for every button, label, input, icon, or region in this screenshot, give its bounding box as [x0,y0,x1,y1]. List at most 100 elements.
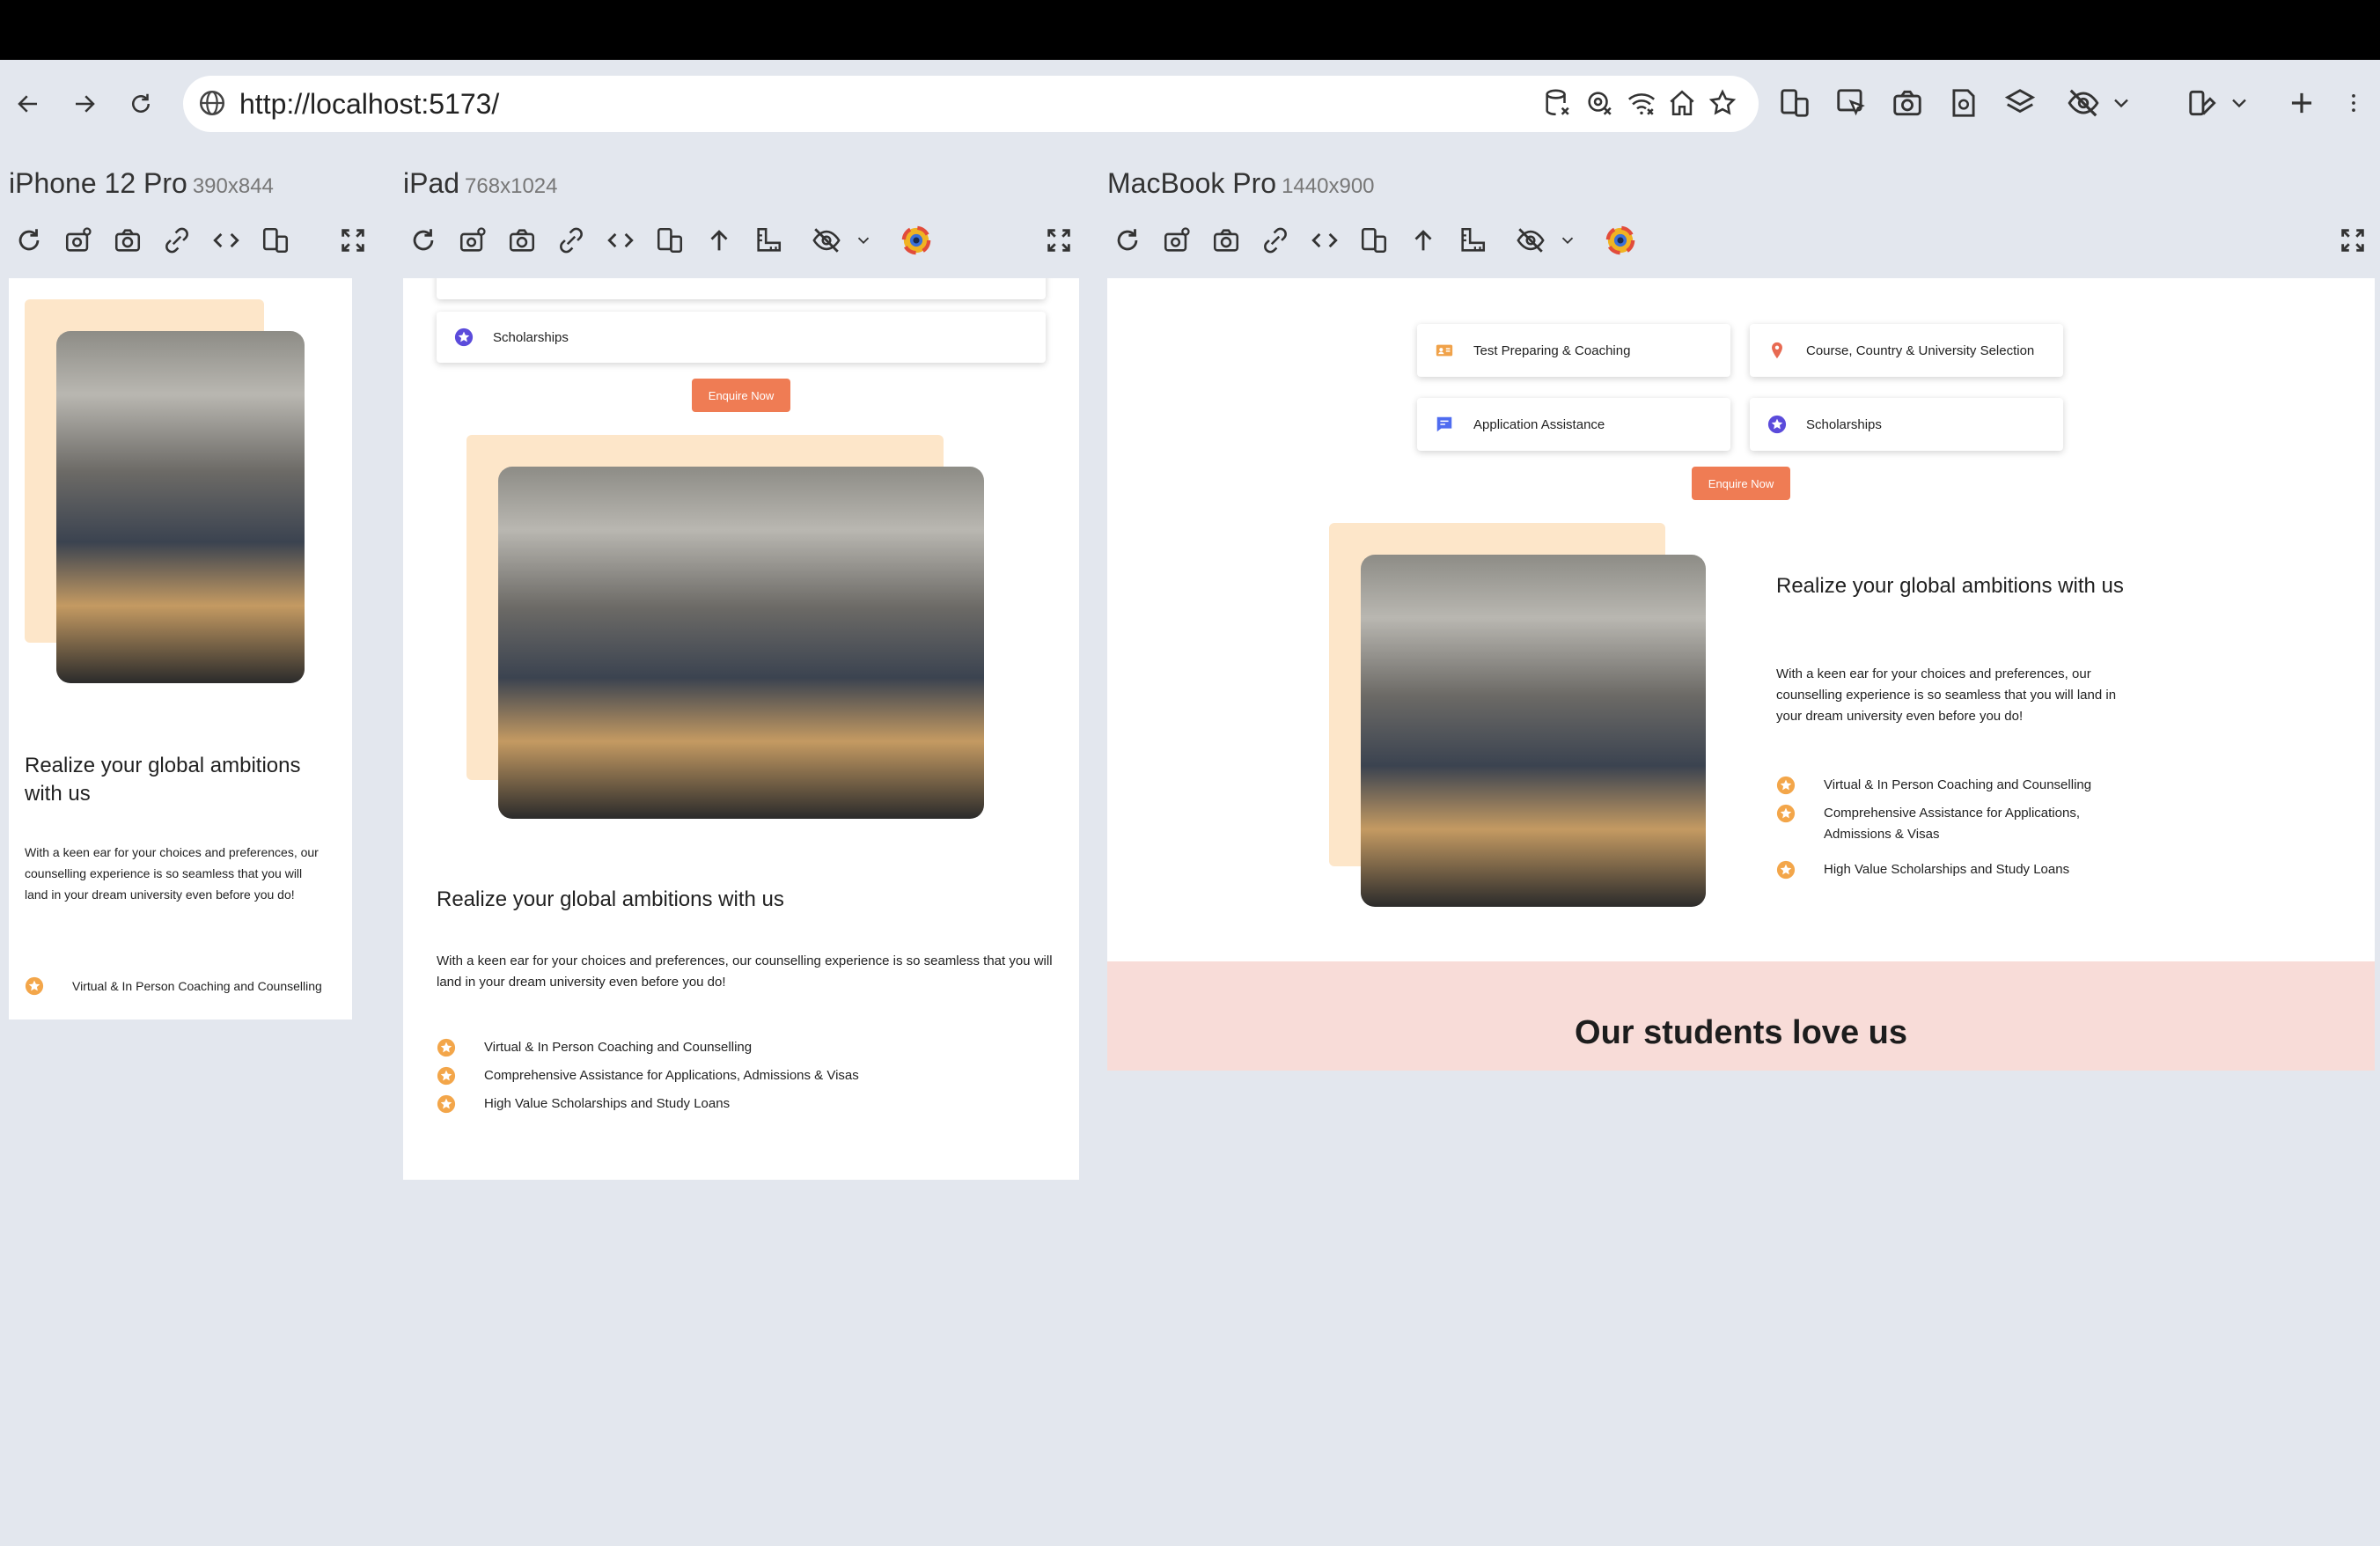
map-pin-icon [1772,342,1782,359]
enquire-now-button[interactable]: Enquire Now [692,379,790,412]
forward-button[interactable] [62,81,107,127]
arrow-up-icon[interactable] [704,225,734,255]
feature-item: Virtual & In Person Coaching and Counsel… [437,1037,1053,1058]
device-label-ipad: iPad 768x1024 [403,164,557,206]
star-badge-icon [1776,804,1796,823]
feature-item: Comprehensive Assistance for Application… [437,1065,1053,1086]
chevron-down-icon[interactable] [2109,86,2134,120]
fullscreen-icon[interactable] [2338,225,2368,255]
feature-item: High Value Scholarships and Study Loans [1776,859,2128,880]
code-icon[interactable] [606,225,635,255]
layers-icon[interactable] [2003,86,2037,120]
globe-icon [199,90,225,116]
reload-icon[interactable] [14,225,44,255]
eye-off-icon[interactable] [812,225,841,255]
office-photo [1361,555,1706,907]
feature-text: Virtual & In Person Coaching and Counsel… [72,979,322,993]
star-badge-icon [1776,776,1796,795]
service-card[interactable] [437,278,1046,299]
feature-item: Virtual & In Person Coaching and Counsel… [25,975,324,997]
fullscreen-icon[interactable] [338,225,368,255]
star-badge-icon [1767,415,1787,434]
chat-icon [1436,416,1452,432]
service-label: Scholarships [1806,416,1882,432]
feature-text: Comprehensive Assistance for Application… [1824,806,2080,842]
layout-panel-icon[interactable] [2186,86,2220,120]
responsive-devices-icon[interactable] [261,225,290,255]
camera-settings-icon[interactable] [1162,225,1192,255]
arrow-left-icon [18,95,37,113]
id-card-icon [1436,344,1453,357]
camera-icon[interactable] [1211,225,1241,255]
inspect-cursor-icon[interactable] [1834,86,1868,120]
office-photo [56,331,305,683]
star-bookmark-icon[interactable] [1708,88,1737,118]
ruler-icon[interactable] [1458,225,1488,255]
link-icon[interactable] [556,225,586,255]
home-icon[interactable] [1667,88,1697,118]
service-card[interactable]: Scholarships [1750,398,2063,451]
chevron-down-icon[interactable] [854,225,873,255]
eye-off-icon[interactable] [1516,225,1546,255]
device-name: iPhone 12 Pro [9,167,187,199]
star-badge-icon [437,1066,456,1086]
color-picker-icon[interactable] [1605,225,1635,255]
feature-text: High Value Scholarships and Study Loans [1824,862,2070,877]
more-vertical-icon[interactable] [2341,86,2366,120]
reload-button[interactable] [118,81,164,127]
eye-off-icon[interactable] [2067,86,2100,120]
document-settings-icon[interactable] [1947,86,1980,120]
top-black-bar [0,0,2380,60]
plus-icon[interactable] [2285,86,2318,120]
database-icon[interactable] [1542,88,1572,118]
responsive-devices-icon[interactable] [655,225,685,255]
wifi-off-icon[interactable] [1627,88,1656,118]
camera-icon[interactable] [507,225,537,255]
code-icon[interactable] [1310,225,1340,255]
star-badge-icon [437,1094,456,1114]
reload-icon[interactable] [1113,225,1142,255]
macbook-preview-frame[interactable]: Test Preparing & Coaching Course, Country… [1107,278,2375,1071]
feature-text: Comprehensive Assistance for Application… [484,1068,859,1083]
code-icon[interactable] [211,225,241,255]
iphone-preview-frame[interactable]: Realize your global ambitions with us Wi… [9,278,352,1020]
service-label: Scholarships [493,329,569,345]
camera-settings-icon[interactable] [458,225,488,255]
settings-x-icon[interactable] [1584,88,1614,118]
device-name: iPad [403,167,460,199]
star-badge-icon [437,1038,456,1057]
star-badge-icon [454,328,474,347]
service-card-scholarships[interactable]: Scholarships [437,312,1046,363]
fullscreen-icon[interactable] [1044,225,1074,255]
device-label-macbook: MacBook Pro 1440x900 [1107,164,1375,206]
section-paragraph: With a keen ear for your choices and pre… [437,953,1053,990]
feature-text: High Value Scholarships and Study Loans [484,1096,731,1111]
service-card[interactable]: Application Assistance [1417,398,1730,451]
chevron-down-icon[interactable] [2227,86,2251,120]
camera-icon[interactable] [113,225,143,255]
arrow-right-icon [76,95,95,113]
ipad-preview-frame[interactable]: Scholarships Enquire Now Realize your gl… [403,278,1079,1180]
service-label: Course, Country & University Selection [1806,342,2035,358]
enquire-now-button[interactable]: Enquire Now [1692,467,1790,500]
service-card[interactable]: Test Preparing & Coaching [1417,324,1730,377]
feature-item: Comprehensive Assistance for Application… [1776,803,2128,845]
camera-icon[interactable] [1891,86,1924,120]
link-icon[interactable] [1260,225,1290,255]
ruler-icon[interactable] [753,225,783,255]
camera-settings-icon[interactable] [63,225,93,255]
color-picker-icon[interactable] [901,225,931,255]
responsive-devices-icon[interactable] [1359,225,1389,255]
students-section: Our students love us [1107,961,2375,1071]
service-card[interactable]: Course, Country & University Selection [1750,324,2063,377]
reload-icon[interactable] [408,225,438,255]
back-button[interactable] [5,81,51,127]
url-text[interactable]: http://localhost:5173/ [239,85,499,123]
section-heading: Realize your global ambitions with us [25,754,301,806]
service-label: Test Preparing & Coaching [1473,342,1631,358]
link-icon[interactable] [162,225,192,255]
arrow-up-icon[interactable] [1408,225,1438,255]
feature-item: High Value Scholarships and Study Loans [437,1093,1053,1115]
responsive-devices-icon[interactable] [1778,86,1811,120]
chevron-down-icon[interactable] [1558,225,1577,255]
